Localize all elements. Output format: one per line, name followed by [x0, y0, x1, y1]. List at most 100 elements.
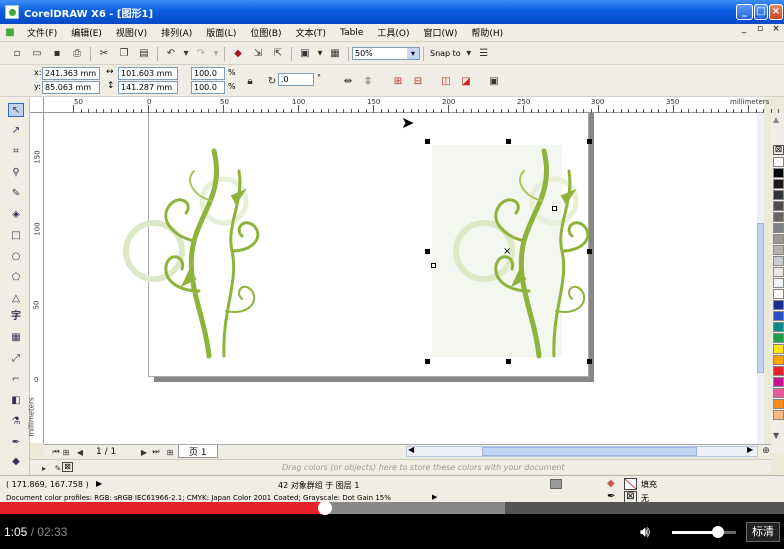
freehand-tool-icon[interactable]: ✎: [8, 187, 24, 201]
color-swatch[interactable]: [773, 377, 784, 387]
mirror-horizontal-icon[interactable]: ⇹: [339, 73, 357, 89]
dimension-tool-icon[interactable]: ⤢: [8, 352, 24, 366]
color-swatch[interactable]: [773, 289, 784, 299]
menu-bitmaps[interactable]: 文本(T): [289, 26, 334, 39]
crop-tool-icon[interactable]: ⌗: [8, 145, 24, 159]
navigator-icon[interactable]: ⊕: [757, 443, 775, 459]
pick-tool-icon[interactable]: ↖: [8, 103, 24, 117]
blend-tool-icon[interactable]: ◧: [8, 394, 24, 408]
color-swatch[interactable]: [773, 278, 784, 288]
center-marker-icon[interactable]: ×: [503, 246, 511, 257]
color-swatch[interactable]: [773, 223, 784, 233]
print-icon[interactable]: ⎙: [68, 46, 86, 62]
palette-scroll-up-icon[interactable]: ▲: [773, 115, 779, 124]
selection-handle[interactable]: [587, 359, 592, 364]
color-swatch[interactable]: [773, 333, 784, 343]
color-swatch[interactable]: [773, 212, 784, 222]
color-swatch[interactable]: [773, 322, 784, 332]
ungroup-icon[interactable]: ⊟: [409, 73, 427, 89]
horizontal-scroll-thumb[interactable]: [482, 447, 697, 456]
selection-handle[interactable]: [506, 139, 511, 144]
vine-artwork-right[interactable]: [444, 141, 604, 361]
no-color-icon[interactable]: ⊠: [62, 462, 73, 472]
redo-icon[interactable]: ↷: [192, 46, 210, 62]
undo-dropdown-icon[interactable]: ▾: [182, 46, 190, 62]
color-swatch[interactable]: [773, 344, 784, 354]
scale-y-field[interactable]: 100.0: [191, 81, 225, 94]
menu-edit[interactable]: 编辑(E): [64, 26, 109, 39]
scroll-left-icon[interactable]: ◀: [408, 445, 414, 454]
zoom-level-select[interactable]: 50% ▾: [352, 47, 420, 60]
quality-button[interactable]: 标清: [746, 522, 780, 542]
options-icon[interactable]: ☰: [475, 46, 493, 62]
undo-icon[interactable]: ↶: [162, 46, 180, 62]
height-field[interactable]: 141.287 mm: [118, 81, 178, 94]
selection-handle[interactable]: [425, 359, 430, 364]
color-swatch[interactable]: [773, 388, 784, 398]
color-swatch[interactable]: [773, 399, 784, 409]
color-swatch[interactable]: [773, 300, 784, 310]
page-tab[interactable]: 页 1: [178, 445, 218, 458]
document-palette[interactable]: ▸ ✎ ⊠ Drag colors (or objects) here to s…: [30, 459, 771, 474]
eyedropper-tool-icon[interactable]: ⚗: [8, 415, 24, 429]
no-color-swatch[interactable]: ⊠: [773, 145, 784, 155]
snapshot-icon[interactable]: [550, 479, 562, 489]
volume-icon[interactable]: 🔊︎: [640, 522, 650, 542]
break-apart-icon[interactable]: ◪: [457, 73, 475, 89]
connector-tool-icon[interactable]: ⌐: [8, 373, 24, 387]
drawing-canvas[interactable]: × ➤: [44, 113, 764, 444]
rectangle-tool-icon[interactable]: □: [8, 229, 24, 243]
welcome-screen-icon[interactable]: ▦: [326, 46, 344, 62]
group-icon[interactable]: ⊞: [389, 73, 407, 89]
menu-tools[interactable]: 窗口(W): [416, 26, 464, 39]
outline-pen-icon[interactable]: ✒: [8, 436, 24, 450]
menu-file[interactable]: 文件(F): [20, 26, 64, 39]
vertical-scroll-thumb[interactable]: [757, 223, 764, 373]
combine-icon[interactable]: ◫: [437, 73, 455, 89]
scroll-right-icon[interactable]: ▶: [747, 445, 753, 454]
width-field[interactable]: 101.603 mm: [118, 67, 178, 80]
new-icon[interactable]: ▫: [8, 46, 26, 62]
color-swatch[interactable]: [773, 355, 784, 365]
scale-x-field[interactable]: 100.0: [191, 67, 225, 80]
table-tool-icon[interactable]: ▦: [8, 331, 24, 345]
menu-table[interactable]: 工具(O): [370, 26, 416, 39]
menu-arrange[interactable]: 排列(A): [154, 26, 199, 39]
color-swatch[interactable]: [773, 234, 784, 244]
polygon-tool-icon[interactable]: ⬠: [8, 271, 24, 285]
vertical-scrollbar[interactable]: [757, 113, 764, 444]
rotation-angle-field[interactable]: .0: [278, 73, 314, 86]
color-swatch[interactable]: [773, 267, 784, 277]
menu-layout[interactable]: 版面(L): [199, 26, 243, 39]
open-icon[interactable]: ▭: [28, 46, 46, 62]
smart-fill-icon[interactable]: ◈: [8, 208, 24, 222]
color-swatch[interactable]: [773, 245, 784, 255]
doc-restore-button[interactable]: ▫: [752, 24, 768, 34]
vertical-ruler[interactable]: 150 100 50 0 millimeters: [28, 113, 44, 443]
color-swatch[interactable]: [773, 201, 784, 211]
doc-close-button[interactable]: ×: [768, 24, 784, 34]
fill-color-swatch[interactable]: [624, 478, 637, 490]
lock-ratio-icon[interactable]: 🔒︎: [241, 73, 259, 89]
y-position-field[interactable]: 85.063 mm: [42, 81, 100, 94]
status-expand-icon[interactable]: ▶: [96, 479, 102, 488]
color-swatch[interactable]: [773, 410, 784, 420]
export-icon[interactable]: ⇱: [269, 46, 287, 62]
save-icon[interactable]: ▪: [48, 46, 66, 62]
color-swatch[interactable]: [773, 366, 784, 376]
doc-minimize-button[interactable]: _: [736, 24, 752, 34]
volume-slider[interactable]: [672, 526, 736, 538]
minimize-button[interactable]: _: [736, 4, 753, 20]
redo-dropdown-icon[interactable]: ▾: [212, 46, 220, 62]
import-icon[interactable]: ⇲: [249, 46, 267, 62]
zoom-tool-icon[interactable]: ⚲: [8, 166, 24, 180]
paste-icon[interactable]: ▤: [135, 46, 153, 62]
application-launcher-icon[interactable]: ▣: [296, 46, 314, 62]
color-swatch[interactable]: [773, 179, 784, 189]
mirror-vertical-icon[interactable]: ⇳: [359, 73, 377, 89]
menu-view[interactable]: 视图(V): [109, 26, 154, 39]
maximize-button[interactable]: □: [754, 4, 768, 20]
add-page-after-icon[interactable]: ⊞: [161, 444, 179, 460]
x-position-field[interactable]: 241.363 mm: [42, 67, 100, 80]
horizontal-ruler[interactable]: 50 0 50 100 150 200 250 300 350 millimet…: [44, 97, 779, 113]
